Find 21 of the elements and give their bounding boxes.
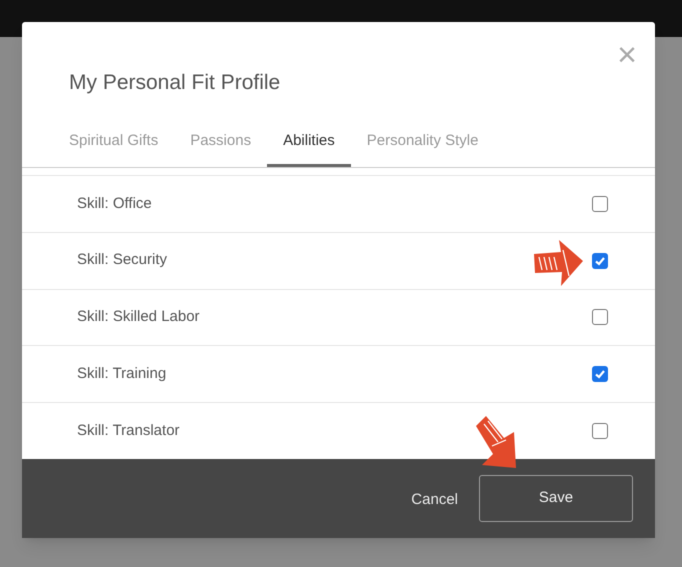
checkbox[interactable] xyxy=(592,423,608,440)
tab[interactable]: Spiritual Gifts xyxy=(53,118,174,167)
checkbox[interactable] xyxy=(592,252,608,269)
cancel-button[interactable]: Cancel xyxy=(411,489,458,512)
checkmark-icon xyxy=(594,368,606,380)
arrow-icon xyxy=(533,240,583,286)
item-label: Skill: Skilled Labor xyxy=(77,307,200,328)
dialog-title: My Personal Fit Profile xyxy=(69,70,280,96)
tab[interactable]: Abilities xyxy=(267,118,351,167)
checkbox[interactable] xyxy=(592,366,608,382)
save-button[interactable]: Save xyxy=(479,475,633,522)
tab[interactable]: Passions xyxy=(174,118,268,167)
item-label: Skill: Translator xyxy=(77,420,180,441)
close-button[interactable]: × xyxy=(617,38,637,72)
tab[interactable]: Personality Style xyxy=(350,118,494,167)
checkbox[interactable] xyxy=(592,309,608,326)
checkmark-icon xyxy=(594,254,606,267)
item-label: Skill: Security xyxy=(77,250,168,270)
item-label: Skill: Training xyxy=(77,364,166,384)
checkbox[interactable] xyxy=(592,196,608,212)
item-label: Skill: Office xyxy=(77,194,152,214)
